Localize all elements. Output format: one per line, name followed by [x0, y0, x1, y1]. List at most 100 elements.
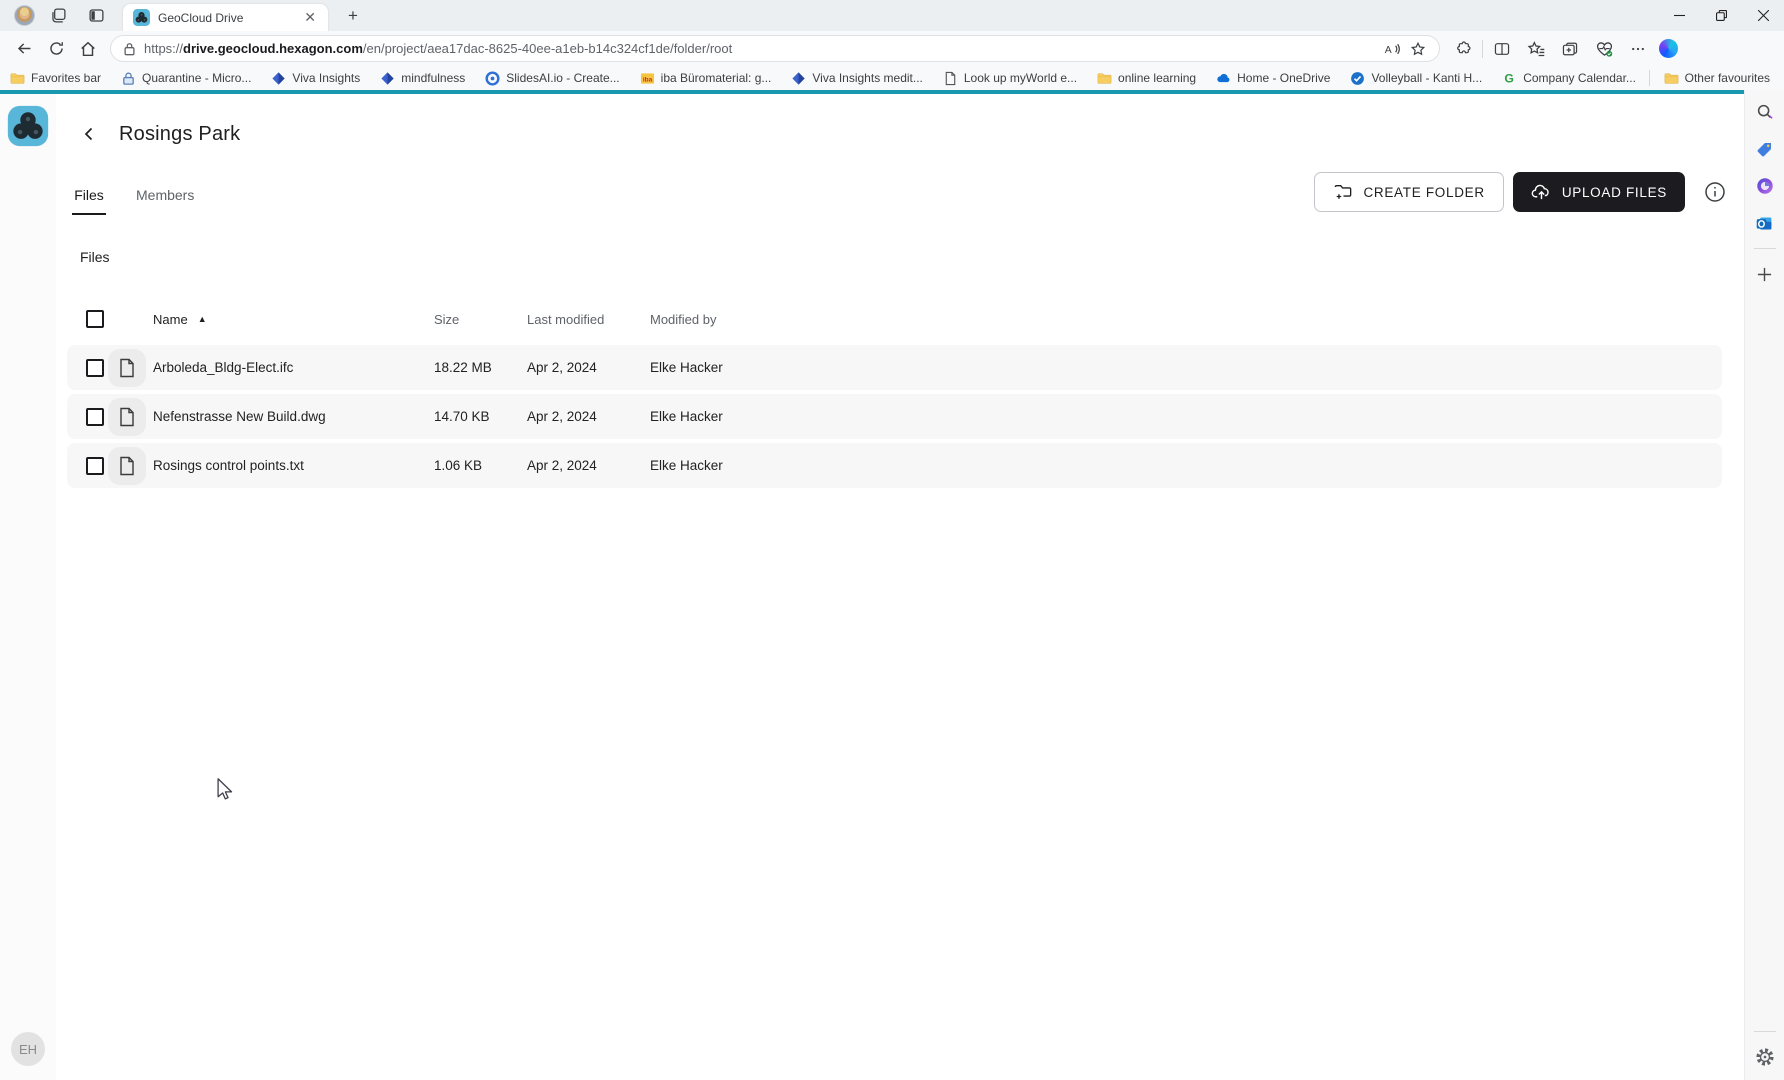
browser-essentials-icon[interactable]: [1587, 35, 1621, 63]
refresh-icon[interactable]: [40, 35, 72, 63]
diamond-icon: [271, 71, 286, 86]
file-row[interactable]: Nefenstrasse New Build.dwg 14.70 KB Apr …: [67, 394, 1722, 439]
bookmark-volleyball-kanti-h[interactable]: Volleyball - Kanti H...: [1350, 71, 1482, 86]
bookmark-company-calendar[interactable]: G Company Calendar...: [1502, 71, 1636, 86]
bookmark-viva-insights-medit[interactable]: Viva Insights medit...: [791, 71, 923, 86]
browser-toolbar: https://drive.geocloud.hexagon.com/en/pr…: [0, 31, 1784, 66]
user-avatar[interactable]: EH: [11, 1032, 45, 1066]
tab-files[interactable]: Files: [72, 179, 106, 215]
upload-files-button[interactable]: UPLOAD FILES: [1513, 172, 1685, 212]
file-type-icon: [108, 398, 146, 436]
file-row[interactable]: Arboleda_Bldg-Elect.ifc 18.22 MB Apr 2, …: [67, 345, 1722, 390]
row-checkbox[interactable]: [86, 359, 104, 377]
bookmark-online-learning[interactable]: online learning: [1097, 71, 1196, 86]
geocloud-favicon: [133, 9, 150, 26]
extensions-icon[interactable]: [1446, 35, 1480, 63]
folder-icon: [1097, 71, 1112, 86]
shopping-icon[interactable]: [1751, 135, 1779, 163]
url-text: https://drive.geocloud.hexagon.com/en/pr…: [144, 41, 1379, 56]
circle-blue-icon: [485, 71, 500, 86]
lock-icon: [121, 71, 136, 86]
bookmark-label: Home - OneDrive: [1237, 71, 1330, 85]
svg-text:iba: iba: [642, 76, 652, 83]
address-bar[interactable]: https://drive.geocloud.hexagon.com/en/pr…: [110, 35, 1440, 62]
column-name[interactable]: Name: [153, 312, 188, 327]
browser-profile-avatar[interactable]: [14, 5, 35, 26]
back-button[interactable]: [75, 120, 103, 148]
app-sidebar: EH: [0, 94, 56, 1080]
home-icon[interactable]: [72, 35, 104, 63]
settings-gear-icon[interactable]: [1751, 1043, 1779, 1071]
bookmark-viva-insights[interactable]: Viva Insights: [271, 71, 360, 86]
upload-files-icon: [1531, 183, 1552, 201]
bookmark-iba-b-romaterial-g[interactable]: iba iba Büromaterial: g...: [640, 71, 772, 86]
column-size[interactable]: Size: [434, 312, 527, 327]
bookmarks-separator: [1649, 70, 1650, 86]
restore-button[interactable]: [1700, 0, 1742, 31]
geocloud-logo[interactable]: [6, 104, 50, 148]
favorite-star-icon[interactable]: [1405, 37, 1431, 61]
back-icon[interactable]: [8, 35, 40, 63]
settings-more-icon[interactable]: [1621, 35, 1655, 63]
sidebar-bottom-divider: [1754, 1031, 1776, 1032]
favorites-hub-icon[interactable]: [1519, 35, 1553, 63]
svg-text:G: G: [1505, 71, 1514, 85]
column-modified-by[interactable]: Modified by: [650, 312, 716, 327]
other-favourites-folder-icon: [1664, 71, 1679, 86]
close-button[interactable]: [1742, 0, 1784, 31]
outlook-icon[interactable]: [1751, 209, 1779, 237]
workspaces-icon[interactable]: [43, 3, 73, 29]
file-size: 18.22 MB: [434, 360, 527, 375]
bookmark-label: iba Büromaterial: g...: [661, 71, 772, 85]
files-section-label: Files: [80, 249, 1744, 265]
file-name: Rosings control points.txt: [153, 458, 434, 473]
tab-actions-icon[interactable]: [81, 3, 111, 29]
row-checkbox[interactable]: [86, 408, 104, 426]
browser-tab-geocloud-drive[interactable]: GeoCloud Drive ✕: [123, 4, 328, 31]
column-last-modified[interactable]: Last modified: [527, 312, 650, 327]
info-icon[interactable]: [1702, 180, 1727, 205]
copilot-icon[interactable]: [1751, 172, 1779, 200]
file-table-body: Arboleda_Bldg-Elect.ifc 18.22 MB Apr 2, …: [56, 345, 1744, 488]
lock-icon: [123, 42, 136, 56]
app-main: Rosings Park Files Members: [56, 94, 1744, 1080]
window-controls: [1658, 0, 1784, 31]
bookmark-home-onedrive[interactable]: Home - OneDrive: [1216, 71, 1330, 86]
search-icon[interactable]: [1751, 98, 1779, 126]
file-last-modified: Apr 2, 2024: [527, 360, 650, 375]
bookmark-quarantine-micro[interactable]: Quarantine - Micro...: [121, 71, 251, 86]
create-folder-button[interactable]: CREATE FOLDER: [1314, 172, 1503, 212]
file-last-modified: Apr 2, 2024: [527, 458, 650, 473]
iba-icon: iba: [640, 71, 655, 86]
row-checkbox[interactable]: [86, 457, 104, 475]
read-aloud-icon[interactable]: A: [1379, 37, 1405, 61]
file-modified-by: Elke Hacker: [650, 360, 723, 375]
bookmark-slidesai-io-create[interactable]: SlidesAI.io - Create...: [485, 71, 619, 86]
bookmark-label: mindfulness: [401, 71, 465, 85]
folder-icon: [10, 71, 25, 86]
sort-ascending-icon[interactable]: ▲: [198, 314, 207, 324]
page-title: Rosings Park: [119, 123, 240, 146]
bookmark-label: SlidesAI.io - Create...: [506, 71, 619, 85]
collections-icon[interactable]: [1553, 35, 1587, 63]
diamond-icon: [791, 71, 806, 86]
add-sidebar-icon[interactable]: [1751, 260, 1779, 288]
bookmark-label: Look up myWorld e...: [964, 71, 1077, 85]
file-size: 14.70 KB: [434, 409, 527, 424]
tab-close-icon[interactable]: ✕: [300, 9, 320, 26]
split-screen-icon[interactable]: [1485, 35, 1519, 63]
other-favourites-button[interactable]: Other favourites: [1664, 71, 1770, 86]
bookmark-favorites-bar[interactable]: Favorites bar: [10, 71, 101, 86]
tab-members[interactable]: Members: [134, 179, 196, 215]
bookmark-label: Quarantine - Micro...: [142, 71, 251, 85]
bookmark-look-up-myworld-e[interactable]: Look up myWorld e...: [943, 71, 1077, 86]
new-tab-button[interactable]: +: [340, 6, 366, 26]
create-folder-icon: [1333, 183, 1353, 201]
bookmark-mindfulness[interactable]: mindfulness: [380, 71, 465, 86]
bookmarks-list: Favorites bar Quarantine - Micro... Viva…: [10, 71, 1649, 86]
select-all-checkbox[interactable]: [86, 310, 104, 328]
file-type-icon: [108, 447, 146, 485]
minimize-button[interactable]: [1658, 0, 1700, 31]
file-row[interactable]: Rosings control points.txt 1.06 KB Apr 2…: [67, 443, 1722, 488]
copilot-icon[interactable]: [1659, 39, 1678, 58]
